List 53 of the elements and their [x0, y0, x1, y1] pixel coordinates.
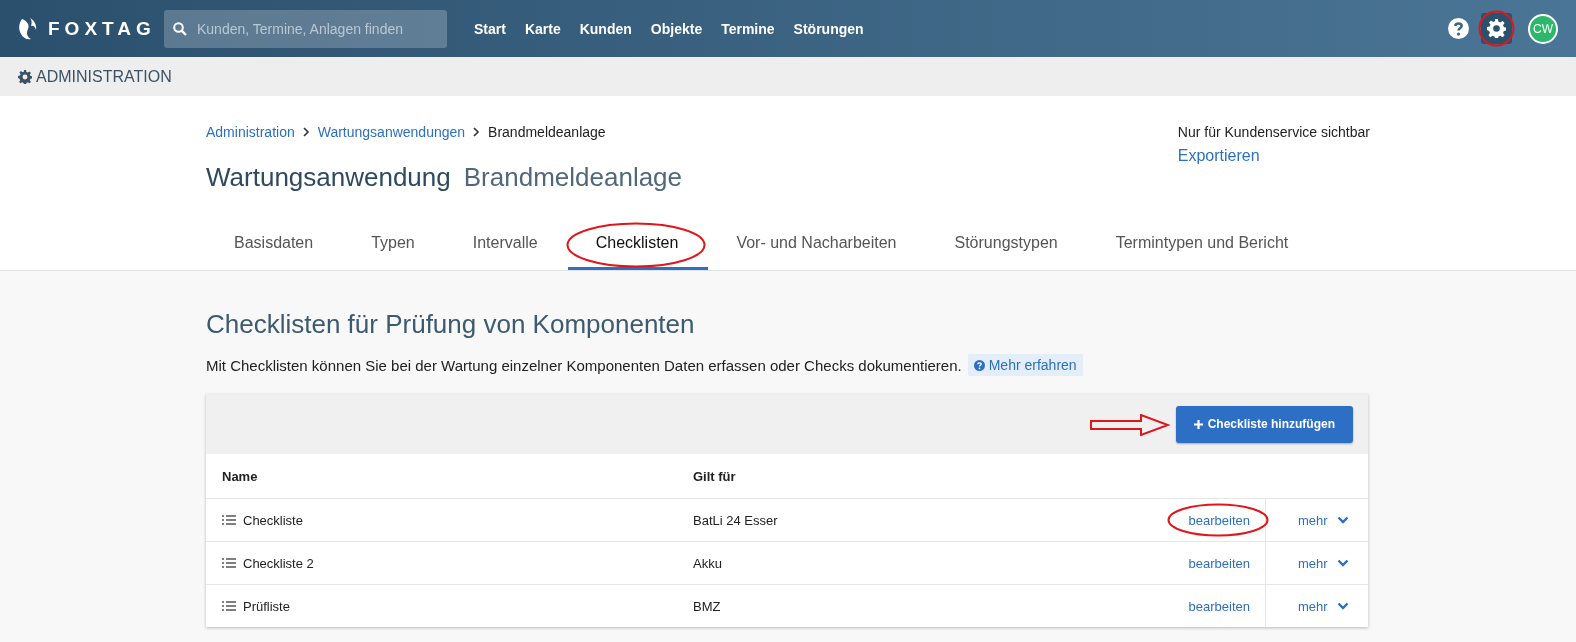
nav-link[interactable]: Objekte	[650, 20, 703, 37]
nav-link[interactable]: Termine	[721, 20, 775, 37]
checklist-name: Prüfliste	[243, 598, 290, 614]
section-heading: Checklisten für Prüfung von Komponenten	[206, 309, 696, 340]
support-note: Nur für Kundenservice sichtbar	[1177, 124, 1370, 140]
list-icon	[222, 601, 236, 611]
list-icon	[222, 558, 236, 568]
page-title: Wartungsanwendung	[206, 162, 451, 193]
breadcrumb-link[interactable]: Wartungsanwendungen	[317, 124, 466, 140]
more-dropdown[interactable]: mehr	[1298, 598, 1349, 614]
tab[interactable]: Checklisten	[567, 221, 709, 270]
table-cell: BatLi 24 Esser	[677, 498, 983, 542]
edit-link[interactable]: bearbeiten	[1188, 555, 1250, 571]
tab[interactable]: Intervalle	[444, 221, 568, 270]
section-title: ADMINISTRATION	[36, 67, 172, 86]
export-link[interactable]: Exportieren	[1177, 147, 1370, 165]
section-description: Mit Checklisten können Sie bei der Wartung einzelner Komponenten Daten erfassen oder Checks dokumentieren.	[206, 356, 962, 374]
table-cell: Akku	[677, 541, 983, 585]
nav-link[interactable]: Kunden	[579, 20, 632, 37]
more-dropdown[interactable]: mehr	[1298, 555, 1349, 571]
list-icon	[222, 515, 236, 525]
chevron-down-icon	[1336, 602, 1349, 610]
page-subtitle: Brandmeldeanlage	[463, 162, 683, 193]
column-header: Name	[206, 454, 677, 499]
edit-link[interactable]: bearbeiten	[1188, 598, 1250, 614]
nav-link[interactable]: Karte	[524, 20, 561, 37]
settings-icon	[18, 69, 32, 84]
help-icon	[973, 359, 985, 371]
more-dropdown[interactable]: mehr	[1298, 512, 1349, 528]
table-cell: BMZ	[677, 584, 983, 627]
column-header: Gilt für	[677, 454, 983, 499]
tab[interactable]: Termintypen und Bericht	[1087, 221, 1319, 270]
fox-logo-icon	[18, 16, 38, 41]
plus-icon	[1193, 419, 1203, 429]
tab[interactable]: Typen	[343, 221, 445, 270]
tab[interactable]: Vor- und Nacharbeiten	[708, 221, 927, 270]
breadcrumb-link[interactable]: Administration	[206, 124, 295, 140]
nav-link[interactable]: Start	[474, 20, 506, 37]
brand-name[interactable]: FOXTAG	[48, 17, 156, 40]
breadcrumb-current: Brandmeldeanlage	[488, 124, 606, 140]
tab[interactable]: Störungstypen	[926, 221, 1088, 270]
checklist-name: Checkliste 2	[243, 555, 314, 571]
search-icon	[173, 21, 187, 36]
chevron-down-icon	[1336, 516, 1349, 524]
chevron-down-icon	[1336, 559, 1349, 567]
settings-icon	[1487, 19, 1506, 38]
chevron-right-icon	[302, 127, 310, 137]
nav-link[interactable]: Störungen	[793, 20, 864, 37]
checklist-name: Checkliste	[243, 512, 303, 528]
help-icon[interactable]	[1448, 18, 1469, 39]
chevron-right-icon	[473, 127, 481, 137]
tab[interactable]: Basisdaten	[206, 221, 344, 270]
help-link[interactable]: Mehr erfahren	[967, 354, 1083, 376]
